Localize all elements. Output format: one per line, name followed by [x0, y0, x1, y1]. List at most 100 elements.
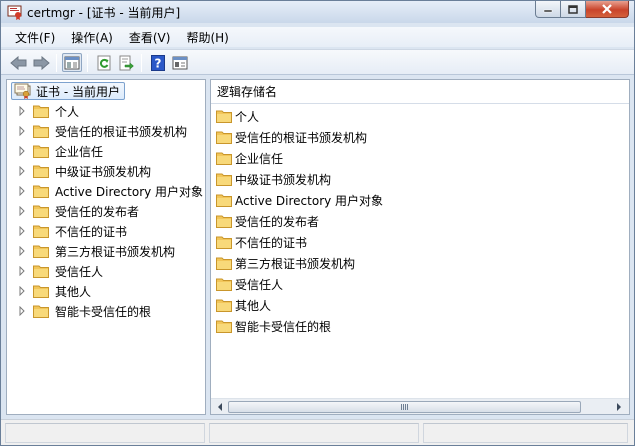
- tree-item-label: 第三方根证书颁发机构: [55, 244, 176, 259]
- console-tree-pane[interactable]: 证书 - 当前用户 个人 受信任的根证书颁发机构 企业信任 中级证书颁发机构 A…: [6, 79, 206, 415]
- tree-item-label: 个人: [55, 104, 80, 119]
- list-item[interactable]: 受信任人: [216, 274, 283, 294]
- list-item[interactable]: 企业信任: [216, 148, 283, 168]
- tree-item[interactable]: 个人: [7, 101, 79, 121]
- menu-help[interactable]: 帮助(H): [178, 29, 236, 46]
- tree-item-label: 其他人: [55, 284, 92, 299]
- expand-arrow-icon[interactable]: [17, 266, 27, 276]
- status-bar: [1, 419, 634, 445]
- expand-arrow-icon[interactable]: [17, 246, 27, 256]
- properties-icon: [172, 56, 188, 69]
- scroll-left-button[interactable]: [212, 399, 228, 414]
- tree-item[interactable]: 第三方根证书颁发机构: [7, 241, 175, 261]
- toolbar-separator: [87, 54, 88, 72]
- folder-icon: [33, 225, 49, 238]
- tree-item[interactable]: 中级证书颁发机构: [7, 161, 151, 181]
- folder-icon: [216, 299, 232, 312]
- tree-item-label: 中级证书颁发机构: [55, 164, 152, 179]
- folder-icon: [216, 173, 232, 186]
- expand-arrow-icon[interactable]: [17, 206, 27, 216]
- menu-bar: 文件(F) 操作(A) 查看(V) 帮助(H): [1, 27, 634, 47]
- tree-item[interactable]: 不信任的证书: [7, 221, 127, 241]
- tree-item[interactable]: 其他人: [7, 281, 91, 301]
- svg-text:?: ?: [155, 56, 162, 70]
- list-item[interactable]: 个人: [216, 106, 259, 126]
- list-item-label: 其他人: [235, 298, 272, 313]
- list-item[interactable]: 受信任的发布者: [216, 211, 319, 231]
- list-item[interactable]: 中级证书颁发机构: [216, 169, 331, 189]
- list-item-label: 受信任的根证书颁发机构: [235, 130, 368, 145]
- folder-icon: [33, 185, 49, 198]
- scroll-right-button[interactable]: [611, 399, 627, 414]
- minimize-icon: [543, 9, 553, 13]
- expand-arrow-icon[interactable]: [17, 186, 27, 196]
- folder-icon: [216, 278, 232, 291]
- minimize-button[interactable]: [535, 1, 561, 18]
- title-bar[interactable]: certmgr - [证书 - 当前用户]: [1, 1, 634, 23]
- horizontal-scrollbar[interactable]: [211, 398, 629, 414]
- folder-icon: [216, 152, 232, 165]
- folder-icon: [33, 125, 49, 138]
- menu-file[interactable]: 文件(F): [1, 29, 63, 46]
- show-hide-tree-button[interactable]: [62, 53, 82, 72]
- list-item-label: 智能卡受信任的根: [235, 319, 332, 334]
- back-button[interactable]: [9, 53, 29, 72]
- column-header-logical-store-name[interactable]: 逻辑存储名: [211, 80, 629, 104]
- properties-button[interactable]: [170, 53, 190, 72]
- expand-arrow-icon[interactable]: [17, 126, 27, 136]
- forward-arrow-icon: [33, 55, 50, 70]
- folder-icon: [216, 320, 232, 333]
- window-title: certmgr - [证书 - 当前用户]: [27, 6, 181, 20]
- status-segment: [5, 423, 205, 443]
- expand-arrow-icon[interactable]: [17, 226, 27, 236]
- expand-arrow-icon[interactable]: [17, 146, 27, 156]
- result-list-pane[interactable]: 逻辑存储名 个人 受信任的根证书颁发机构 企业信任 中级证书颁发机构 Activ…: [210, 79, 630, 415]
- tree-item[interactable]: 智能卡受信任的根: [7, 301, 151, 321]
- grip-icon: [400, 404, 409, 410]
- help-button[interactable]: ?: [148, 53, 168, 72]
- folder-icon: [33, 305, 49, 318]
- list-item[interactable]: 不信任的证书: [216, 232, 307, 252]
- tree-item[interactable]: Active Directory 用户对象: [7, 181, 203, 201]
- tree-item-label: 不信任的证书: [55, 224, 128, 239]
- tree-item[interactable]: 受信任人: [7, 261, 103, 281]
- folder-icon: [216, 215, 232, 228]
- scrollbar-thumb[interactable]: [228, 401, 581, 413]
- export-list-icon: [119, 55, 134, 70]
- maximize-icon: [568, 4, 578, 14]
- tree-item[interactable]: 受信任的发布者: [7, 201, 139, 221]
- list-item[interactable]: 其他人: [216, 295, 271, 315]
- tree-item-label: 智能卡受信任的根: [55, 304, 152, 319]
- expand-arrow-icon[interactable]: [17, 306, 27, 316]
- scroll-left-arrow-icon: [218, 403, 222, 411]
- list-item[interactable]: 智能卡受信任的根: [216, 316, 331, 336]
- list-item[interactable]: 第三方根证书颁发机构: [216, 253, 355, 273]
- folder-icon: [33, 245, 49, 258]
- close-button[interactable]: [586, 1, 629, 18]
- toolbar: ?: [1, 49, 634, 75]
- certificate-app-icon: [7, 5, 22, 20]
- menu-action[interactable]: 操作(A): [63, 29, 121, 46]
- certificates-snapin-icon: [14, 83, 31, 99]
- folder-icon: [216, 131, 232, 144]
- tree-item[interactable]: 企业信任: [7, 141, 103, 161]
- list-item[interactable]: 受信任的根证书颁发机构: [216, 127, 367, 147]
- expand-arrow-icon[interactable]: [17, 286, 27, 296]
- tree-item[interactable]: 受信任的根证书颁发机构: [7, 121, 187, 141]
- expand-arrow-icon[interactable]: [17, 166, 27, 176]
- forward-button[interactable]: [31, 53, 51, 72]
- expand-arrow-icon[interactable]: [17, 106, 27, 116]
- toolbar-separator: [141, 54, 142, 72]
- tree-root-certificates-current-user[interactable]: 证书 - 当前用户: [11, 82, 125, 100]
- certmgr-window: certmgr - [证书 - 当前用户] 文件(F) 操作(A) 查看(V) …: [0, 0, 635, 446]
- refresh-button[interactable]: [94, 53, 114, 72]
- list-item-label: 不信任的证书: [235, 235, 308, 250]
- export-list-button[interactable]: [116, 53, 136, 72]
- list-item[interactable]: Active Directory 用户对象: [216, 190, 383, 210]
- tree-item-label: 受信任的根证书颁发机构: [55, 124, 188, 139]
- window-controls: [535, 1, 629, 19]
- maximize-button[interactable]: [561, 1, 586, 18]
- list-item-label: Active Directory 用户对象: [235, 193, 384, 208]
- status-segment: [423, 423, 628, 443]
- menu-view[interactable]: 查看(V): [121, 29, 179, 46]
